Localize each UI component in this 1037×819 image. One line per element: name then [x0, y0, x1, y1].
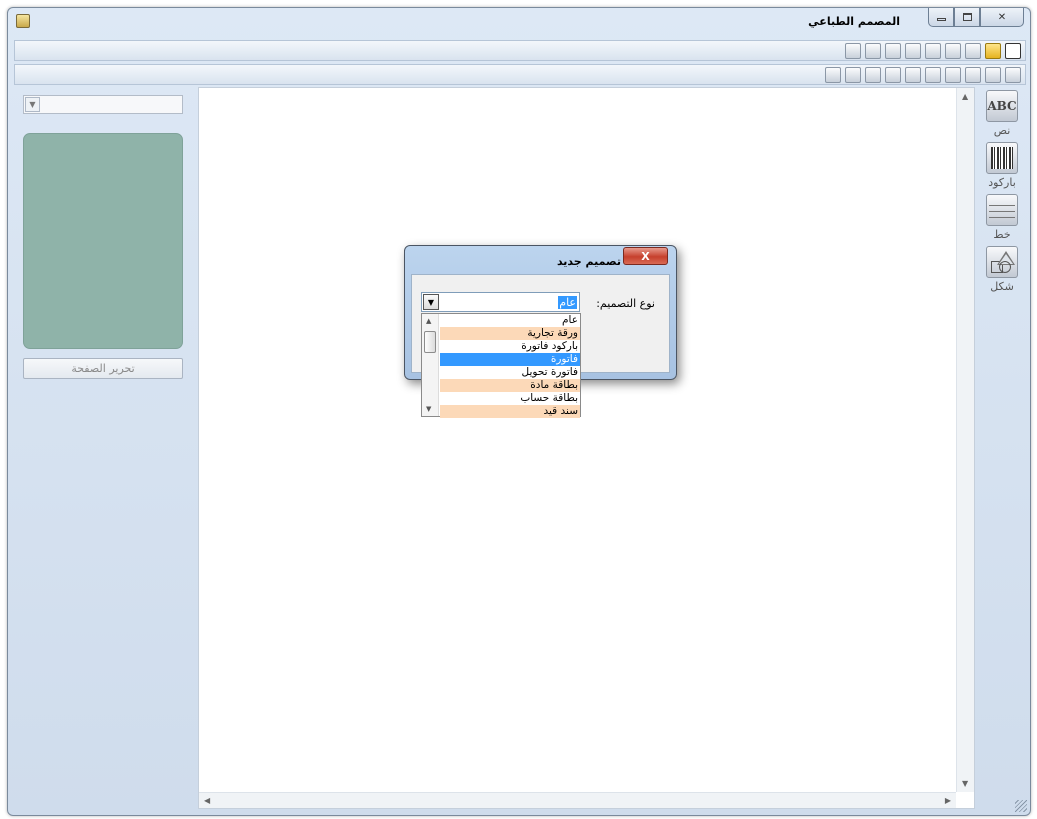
dropdown-item[interactable]: عام [440, 314, 580, 327]
dropdown-item[interactable]: ورقة تجارية [440, 327, 580, 340]
design-type-select[interactable]: ▼ عام [421, 292, 580, 312]
window-title: المصمم الطباعي [808, 15, 900, 28]
close-icon: X [641, 249, 650, 263]
app-icon[interactable] [16, 14, 30, 28]
dropdown-items: عام ورقة تجارية باركود فاتورة فاتورة فاتورة … [440, 314, 580, 418]
resize-grip[interactable] [1015, 800, 1027, 812]
close-icon: ✕ [997, 11, 1007, 23]
main-toolbar [14, 40, 1026, 61]
dropdown-scrollbar[interactable]: ▲ ▼ [422, 314, 439, 416]
scroll-up-icon[interactable]: ▲ [962, 92, 968, 101]
barcode-tool-label: باركود [988, 176, 1016, 189]
text-abc-icon: ABC [986, 90, 1018, 122]
left-panel: ▼ تحرير الصفحة [23, 95, 185, 785]
text-tool-label: نص [993, 124, 1011, 137]
close-window-button[interactable]: ✕ [980, 8, 1024, 27]
center-horizontal-icon[interactable] [905, 67, 921, 83]
scroll-down-icon[interactable]: ▼ [962, 779, 968, 788]
dropdown-item[interactable]: فاتورة [440, 353, 580, 366]
vertical-scrollbar[interactable]: ▲ ▼ [956, 88, 974, 792]
scroll-up-icon[interactable]: ▲ [426, 317, 431, 325]
copy-icon[interactable] [905, 43, 921, 59]
minimize-button[interactable] [928, 8, 954, 27]
dropdown-item[interactable]: فاتورة تحويل [440, 366, 580, 379]
page-combo[interactable]: ▼ [23, 95, 183, 114]
dropdown-item[interactable]: بطاقة حساب [440, 392, 580, 405]
edit-page-button[interactable]: تحرير الصفحة [23, 358, 183, 379]
design-type-label: نوع التصميم: [596, 297, 655, 310]
barcode-icon [986, 142, 1018, 174]
shape-tool-label: شكل [990, 280, 1014, 293]
minimize-icon [936, 17, 946, 21]
bring-to-front-icon[interactable] [845, 67, 861, 83]
design-canvas[interactable]: ▲ ▼ ◀ ▶ [198, 87, 975, 809]
dropdown-item[interactable]: بطاقة مادة [440, 379, 580, 392]
print-preview-icon[interactable] [845, 43, 861, 59]
align-top-icon[interactable] [965, 67, 981, 83]
save-icon[interactable] [965, 43, 981, 59]
line-tool-label: خط [993, 228, 1011, 241]
horizontal-scrollbar[interactable]: ◀ ▶ [199, 792, 956, 808]
text-tool[interactable]: ABC نص [980, 90, 1024, 137]
chevron-down-icon[interactable]: ▼ [423, 294, 439, 310]
dialog-close-button[interactable]: X [623, 247, 668, 265]
align-left-icon[interactable] [1005, 67, 1021, 83]
tools-panel: ABC نص باركود خط شكل [975, 87, 1027, 809]
line-tool[interactable]: خط [980, 194, 1024, 241]
align-bottom-icon[interactable] [945, 67, 961, 83]
shape-tool[interactable]: شكل [980, 246, 1024, 293]
barcode-tool[interactable]: باركود [980, 142, 1024, 189]
align-right-icon[interactable] [985, 67, 1001, 83]
align-toolbar [14, 64, 1026, 85]
page-preview [23, 133, 183, 349]
paste-icon[interactable] [885, 43, 901, 59]
line-icon [986, 194, 1018, 226]
restore-icon [962, 13, 972, 21]
design-type-dropdown[interactable]: ▲ ▼ عام ورقة تجارية باركود فاتورة فاتورة فات… [421, 313, 581, 418]
shape-icon [986, 246, 1018, 278]
dropdown-item[interactable]: سند قيد [440, 405, 580, 418]
maximize-button[interactable] [954, 8, 980, 27]
scroll-thumb[interactable] [424, 331, 436, 353]
chevron-down-icon[interactable]: ▼ [25, 97, 40, 112]
save-as-icon[interactable] [945, 43, 961, 59]
scroll-left-icon[interactable]: ◀ [204, 796, 210, 805]
cut-icon[interactable] [925, 43, 941, 59]
scroll-down-icon[interactable]: ▼ [426, 405, 431, 413]
open-folder-icon[interactable] [985, 43, 1001, 59]
scroll-right-icon[interactable]: ▶ [945, 796, 951, 805]
print-icon[interactable] [865, 43, 881, 59]
new-document-icon[interactable] [1005, 43, 1021, 59]
dropdown-item[interactable]: باركود فاتورة [440, 340, 580, 353]
space-vertical-icon[interactable] [865, 67, 881, 83]
title-bar: المصمم الطباعي ✕ [8, 8, 1030, 34]
send-to-back-icon[interactable] [825, 67, 841, 83]
center-vertical-icon[interactable] [925, 67, 941, 83]
design-type-value[interactable]: عام [558, 296, 577, 309]
dialog-title: تصميم جديد [556, 255, 621, 268]
space-horizontal-icon[interactable] [885, 67, 901, 83]
